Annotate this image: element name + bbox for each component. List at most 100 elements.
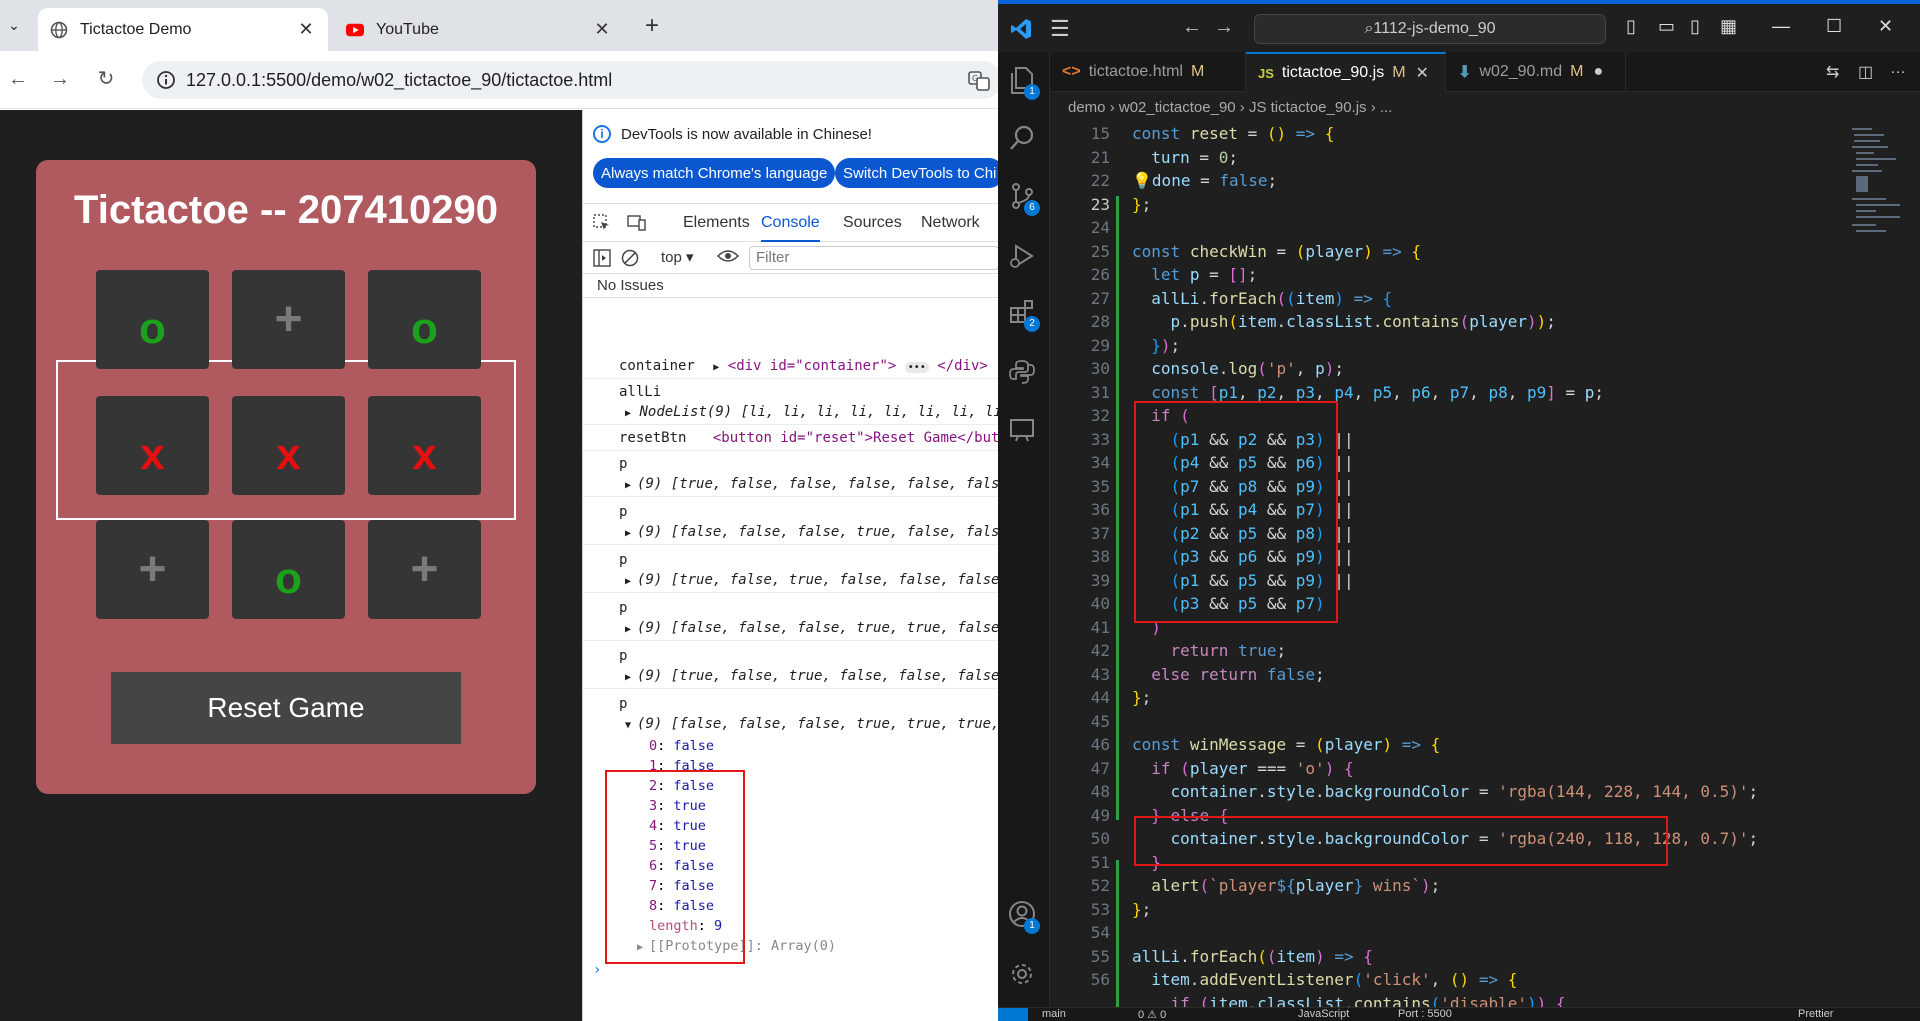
toggle-secondary-sidebar-icon[interactable]: ▯ [1690,16,1700,37]
expand-caret-icon[interactable]: ▶ [625,480,637,491]
board-cell[interactable]: x [232,396,345,495]
inspect-element-icon[interactable] [593,214,611,237]
page-viewport: Tictactoe -- 207410290 o + o x x x + o +… [0,110,582,1021]
settings-gear-icon[interactable] [1008,960,1040,992]
log-allli[interactable]: ▶ NodeList(9) [li, li, li, li, li, li, l… [625,404,998,420]
modified-status: M [1190,63,1205,80]
site-info-icon[interactable] [156,70,176,90]
problems-status[interactable]: 0 ⚠ 0 [1138,1008,1166,1021]
log-html[interactable]: <button id="reset">Reset Game</butt [713,430,998,446]
live-expression-icon[interactable] [716,248,740,268]
log-array-expanded[interactable]: ▼ (9) [false, false, false, true, true, … [625,716,998,732]
line-number: 53 [1090,899,1110,919]
customize-layout-icon[interactable]: ▦ [1720,16,1737,37]
log-array[interactable]: ▶ (9) [true, false, true, false, false, … [625,572,998,588]
branch-status[interactable]: main [1042,1008,1066,1020]
clear-console-icon[interactable] [621,249,639,271]
expand-caret-icon[interactable]: ▶ [625,528,637,539]
breadcrumb-item[interactable]: w02_tictactoe_90 [1119,99,1236,116]
device-toolbar-icon[interactable] [627,214,647,237]
context-select[interactable]: top ▾ [661,248,694,266]
split-editor-icon[interactable]: ◫ [1858,62,1873,82]
tab-youtube[interactable]: YouTube ✕ [334,8,624,51]
log-array[interactable]: ▶ (9) [false, false, false, true, true, … [625,620,998,636]
new-tab-button[interactable]: + [640,12,664,40]
run-debug-icon[interactable] [1008,242,1040,274]
line-number: 35 [1090,476,1110,496]
python-icon[interactable] [1008,358,1040,390]
collapse-caret-icon[interactable]: ▼ [625,720,637,731]
hamburger-menu-icon[interactable]: ☰ [1050,16,1070,42]
devtools-panel: i DevTools is now available in Chinese! … [582,110,998,1021]
back-icon[interactable]: ← [6,67,30,91]
address-bar[interactable]: 127.0.0.1:5500/demo/w02_tictactoe_90/tic… [142,61,998,99]
log-array[interactable]: ▶ (9) [true, false, true, false, false, … [625,668,998,684]
match-language-button[interactable]: Always match Chrome's language [593,158,836,188]
editor-scrollbar[interactable] [1904,124,1920,1007]
log-array[interactable]: ▶ (9) [true, false, false, false, false,… [625,476,998,492]
breadcrumb-item[interactable]: ... [1380,99,1393,116]
code-editor[interactable]: const reset = () => { turn = 0; 💡done = … [1050,124,1848,1007]
console-prompt-icon[interactable]: › [593,962,601,978]
board-cell[interactable]: + [96,520,209,619]
close-icon[interactable]: ✕ [296,19,316,40]
board-cell[interactable]: + [368,520,481,619]
reset-game-button[interactable]: Reset Game [111,672,461,744]
console-filter-input[interactable]: Filter [749,246,998,270]
board-cell[interactable]: o [232,520,345,619]
tab-tictactoe-js[interactable]: JS tictactoe_90.js M ✕ [1246,52,1446,92]
tab-tictactoe[interactable]: Tictactoe Demo ✕ [38,8,328,51]
tab-console[interactable]: Console [761,204,820,242]
board-cell[interactable]: o [96,270,209,369]
expand-caret-icon[interactable]: ▶ [625,624,637,635]
expand-caret-icon[interactable]: ▶ [625,408,631,419]
switch-language-button[interactable]: Switch DevTools to Chi [835,158,998,188]
tab-w02-md[interactable]: ⬇ w02_90.md M ● [1446,52,1626,92]
tab-search-icon[interactable]: ⌄ [0,8,28,42]
toggle-sidebar-icon[interactable]: ▯ [1626,16,1636,37]
log-p-label: p [619,648,628,664]
command-center-search[interactable]: ⌕ 1112-js-demo_90 [1254,14,1606,44]
close-icon[interactable]: ✕ [592,19,612,40]
maximize-icon[interactable]: ☐ [1826,16,1842,37]
board-cell[interactable]: x [96,396,209,495]
expand-caret-icon[interactable]: ▶ [625,672,637,683]
more-actions-icon[interactable]: … [1890,60,1906,78]
language-status[interactable]: JavaScript [1298,1008,1349,1020]
log-array[interactable]: ▶ (9) [false, false, false, true, false,… [625,524,998,540]
forward-icon[interactable]: → [1214,16,1234,39]
tab-sources[interactable]: Sources [843,204,902,242]
back-icon[interactable]: ← [1182,16,1202,39]
expand-caret-icon[interactable]: ▶ [625,576,637,587]
breadcrumb-item[interactable]: JS tictactoe_90.js [1249,99,1367,116]
breadcrumb-item[interactable]: demo [1068,99,1106,116]
remote-indicator-icon[interactable] [998,1008,1028,1021]
forward-icon[interactable]: → [48,67,72,91]
tab-network[interactable]: Network [921,204,980,242]
search-icon[interactable] [1008,124,1040,156]
live-server-status[interactable]: Port : 5500 [1398,1008,1452,1020]
board-cell[interactable]: x [368,396,481,495]
compare-changes-icon[interactable]: ⇆ [1826,62,1839,82]
minimize-icon[interactable]: — [1772,16,1790,37]
expand-caret-icon[interactable]: ▶ [713,362,719,373]
line-number: 51 [1090,852,1110,872]
board-cell[interactable]: + [232,270,345,369]
prettier-status[interactable]: Prettier [1798,1008,1833,1020]
close-icon[interactable]: ✕ [1878,16,1893,37]
log-label: container [619,358,695,374]
tab-tictactoe-html[interactable]: <> tictactoe.html M [1050,52,1246,92]
close-icon[interactable]: ✕ [1416,63,1429,83]
board-cell[interactable]: o [368,270,481,369]
remote-explorer-icon[interactable] [1008,416,1040,448]
log-html[interactable]: <div id="container"> [728,358,897,374]
sidebar-toggle-icon[interactable] [593,249,611,271]
toggle-panel-icon[interactable]: ▭ [1658,16,1675,37]
reload-icon[interactable]: ↻ [94,67,118,91]
minimap[interactable] [1848,124,1904,304]
unsaved-dot-icon[interactable]: ● [1593,63,1603,81]
tab-elements[interactable]: Elements [683,204,750,242]
line-number: 43 [1090,664,1110,684]
ellipsis-icon[interactable]: ••• [904,362,929,373]
translate-icon[interactable]: G [968,70,990,92]
